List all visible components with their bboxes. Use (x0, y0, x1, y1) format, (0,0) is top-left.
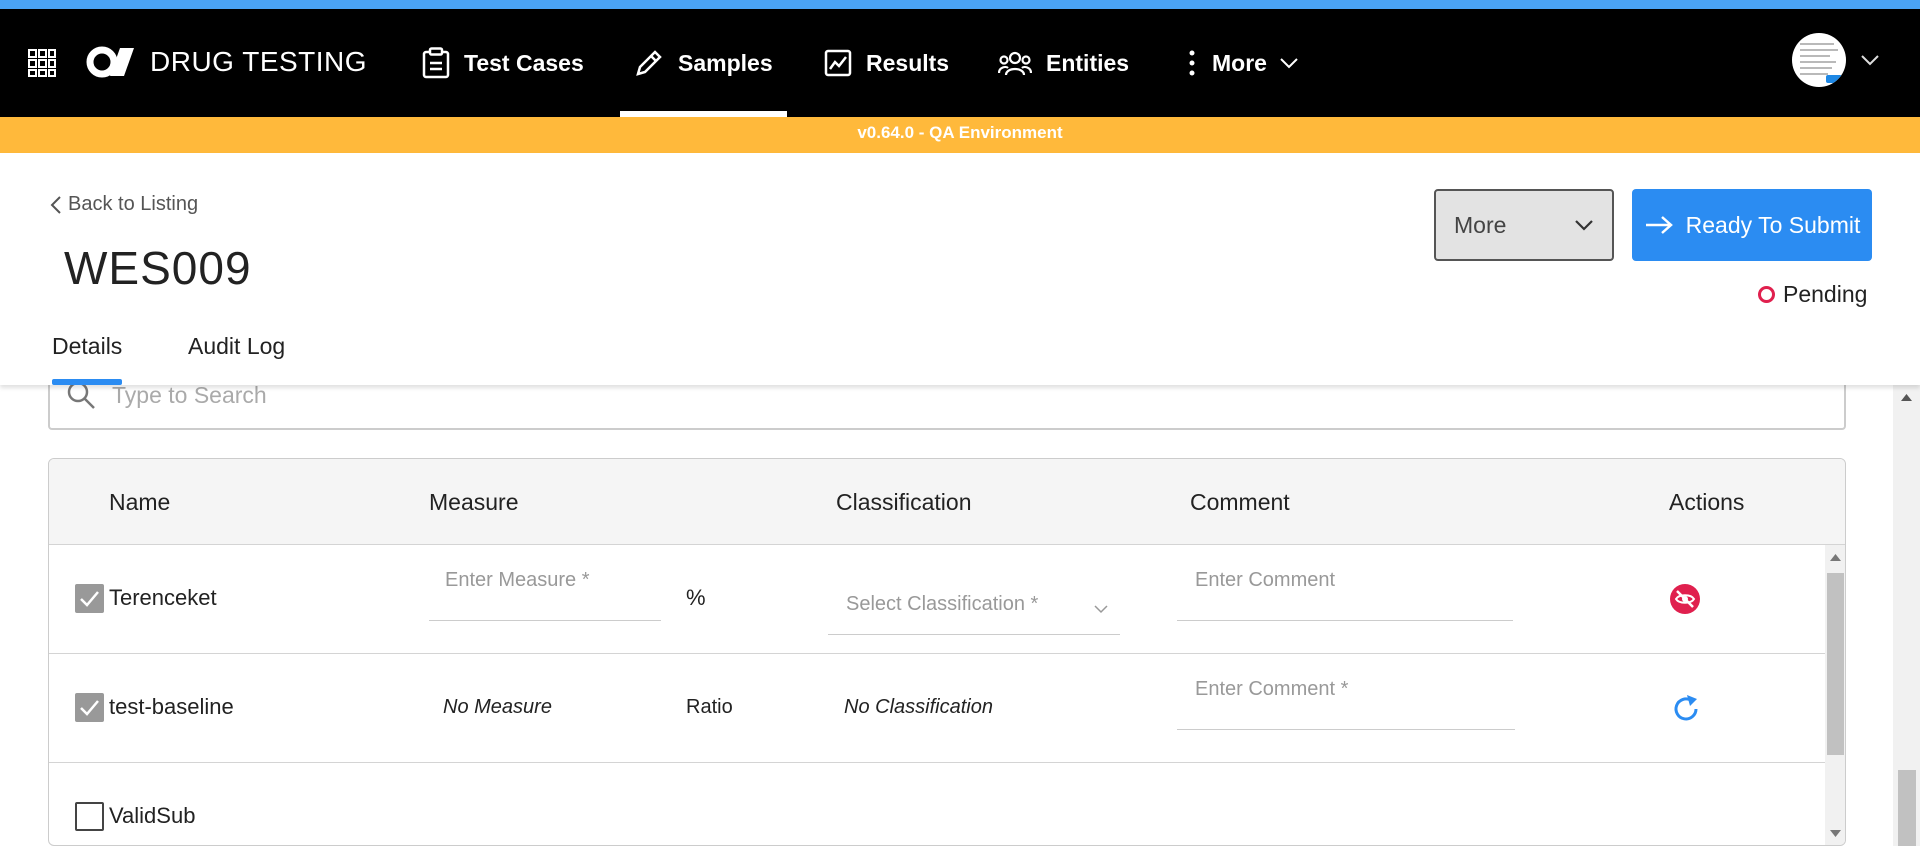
more-actions-select[interactable]: More (1434, 189, 1614, 261)
row-name: ValidSub (109, 803, 196, 828)
top-accent-strip (0, 0, 1920, 9)
substances-table: Name Measure Classification Comment Acti… (48, 458, 1846, 846)
comment-placeholder: Enter Comment * (1195, 678, 1349, 700)
more-select-label: More (1454, 211, 1507, 238)
submit-label: Ready To Submit (1685, 211, 1861, 238)
chart-line-icon (824, 49, 852, 77)
row-checkbox[interactable] (75, 584, 104, 613)
checkmark-icon (80, 700, 99, 716)
nav-label: More (1212, 49, 1267, 76)
tab-label: Details (52, 333, 123, 359)
comment-placeholder: Enter Comment (1195, 569, 1336, 591)
nav-label: Results (866, 49, 950, 76)
column-header-comment: Comment (1190, 489, 1290, 515)
nav-test-cases[interactable]: Test Cases (422, 9, 584, 117)
back-to-listing-link[interactable]: Back to Listing (50, 193, 198, 216)
table-scrollbar[interactable] (1825, 545, 1845, 845)
column-header-name: Name (109, 489, 171, 515)
clipboard-icon (422, 47, 450, 79)
row-checkbox[interactable] (75, 693, 104, 722)
chevron-down-icon[interactable] (1860, 53, 1880, 67)
table-scroll-thumb[interactable] (1827, 573, 1844, 755)
nav-entities[interactable]: Entities (998, 9, 1129, 117)
scroll-up-icon[interactable] (1830, 553, 1841, 561)
sample-header: Back to Listing WES009 More Ready To Sub… (0, 153, 1920, 385)
status-label: Pending (1783, 281, 1868, 307)
status-badge: Pending (1758, 281, 1867, 308)
arrow-right-icon (1645, 216, 1673, 234)
page-scroll-thumb[interactable] (1898, 770, 1916, 846)
row-checkbox[interactable] (75, 802, 104, 831)
row-name: Terenceket (109, 585, 217, 610)
kebab-icon (1189, 50, 1195, 76)
tab-label: Audit Log (188, 333, 286, 359)
search-input[interactable] (112, 381, 1712, 409)
table-row: ValidSub (49, 763, 1825, 845)
environment-banner: v0.64.0 - QA Environment (0, 117, 1920, 153)
nav-label: Entities (1046, 49, 1130, 76)
nav-samples[interactable]: Samples (620, 9, 787, 117)
nav-label: Samples (678, 49, 773, 76)
row-classification: No Classification (844, 696, 993, 718)
table-row: Terenceket Enter Measure * % Select Clas… (49, 545, 1825, 654)
nav-label: Test Cases (464, 49, 584, 76)
comment-input[interactable]: Enter Comment (1177, 557, 1513, 621)
classification-placeholder: Select Classification * (846, 593, 1039, 615)
row-name: test-baseline (109, 694, 234, 719)
pen-icon (636, 50, 662, 76)
chevron-down-icon (1575, 220, 1593, 231)
chevron-down-icon (1280, 58, 1298, 69)
chevron-down-icon (1094, 605, 1108, 614)
app-grid-icon[interactable] (28, 49, 56, 77)
status-dot-icon (1758, 286, 1775, 303)
top-navbar: DRUG TESTING Test Cases Samples Results … (0, 9, 1920, 117)
chevron-left-icon (50, 195, 61, 214)
ready-to-submit-button[interactable]: Ready To Submit (1632, 189, 1872, 261)
nav-results[interactable]: Results (824, 9, 949, 117)
scroll-up-icon[interactable] (1901, 393, 1912, 401)
brand[interactable]: DRUG TESTING (86, 45, 367, 79)
users-icon (998, 51, 1032, 76)
checkmark-icon (80, 591, 99, 607)
back-label: Back to Listing (68, 193, 199, 215)
brand-logo-icon (86, 46, 134, 78)
app-title: DRUG TESTING (150, 46, 368, 77)
measure-input[interactable]: Enter Measure * (429, 557, 661, 621)
table-row: test-baseline No Measure Ratio No Classi… (49, 654, 1825, 763)
avatar[interactable] (1792, 33, 1846, 87)
column-header-measure: Measure (429, 489, 519, 515)
table-header: Name Measure Classification Comment Acti… (49, 459, 1845, 545)
row-measure: No Measure (443, 696, 552, 718)
eye-off-icon[interactable] (1669, 583, 1701, 615)
refresh-icon[interactable] (1671, 694, 1701, 724)
column-header-classification: Classification (836, 489, 972, 515)
classification-select[interactable]: Select Classification * (828, 557, 1120, 635)
row-unit: Ratio (686, 696, 733, 718)
row-unit: % (686, 585, 706, 610)
column-header-actions: Actions (1669, 489, 1745, 515)
page-scrollbar[interactable] (1893, 385, 1920, 846)
page-title: WES009 (64, 242, 252, 294)
scroll-down-icon[interactable] (1830, 830, 1841, 838)
tab-audit-log[interactable]: Audit Log (188, 333, 285, 385)
measure-placeholder: Enter Measure * (445, 569, 590, 591)
comment-input[interactable]: Enter Comment * (1177, 666, 1515, 730)
tab-details[interactable]: Details (52, 333, 123, 385)
nav-more[interactable]: More (1186, 9, 1313, 117)
